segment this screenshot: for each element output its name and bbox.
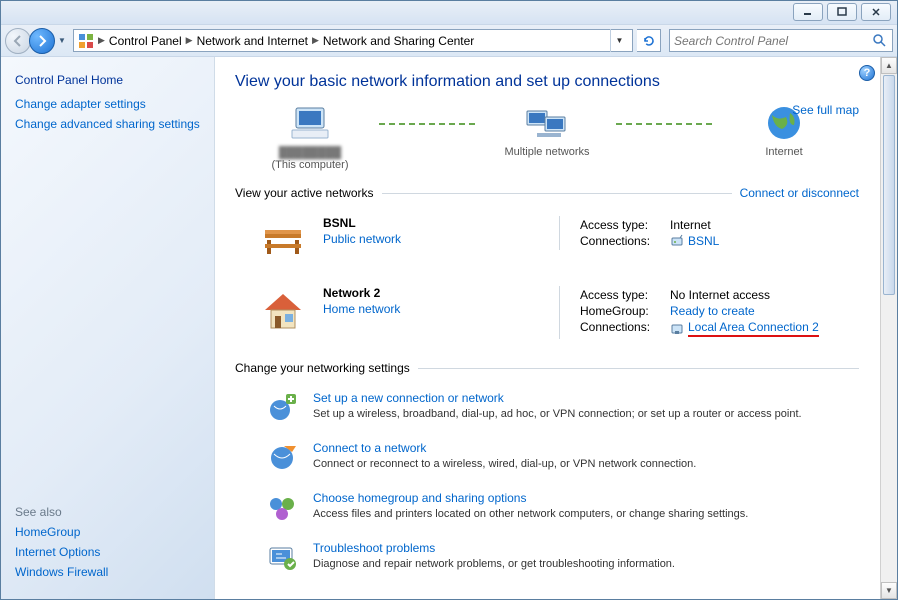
setting-troubleshoot: Troubleshoot problems Diagnose and repai…: [235, 535, 859, 585]
change-settings-header: Change your networking settings: [235, 361, 859, 375]
sidebar: Control Panel Home Change adapter settin…: [1, 57, 215, 599]
access-type-value: No Internet access: [670, 288, 770, 302]
sidebar-link-adapter-settings[interactable]: Change adapter settings: [15, 97, 200, 111]
network-row-bsnl: BSNL Public network Access type: Interne…: [235, 210, 859, 280]
access-type-label: Access type:: [580, 288, 670, 302]
caption-buttons: [789, 3, 891, 21]
page-title: View your basic network information and …: [235, 73, 859, 91]
divider: [382, 193, 732, 194]
see-full-map-link[interactable]: See full map: [792, 103, 859, 117]
active-networks-label: View your active networks: [235, 186, 382, 200]
computer-icon: [286, 104, 334, 144]
this-computer-label: (This computer): [245, 159, 375, 171]
setting-homegroup-sharing: Choose homegroup and sharing options Acc…: [235, 485, 859, 535]
connect-network-icon: [265, 441, 299, 475]
network-name: Network 2: [323, 286, 400, 300]
map-link-1: [379, 123, 478, 125]
change-settings-label: Change your networking settings: [235, 361, 418, 375]
network-type-link[interactable]: Public network: [323, 232, 401, 246]
internet-label: Internet: [719, 146, 849, 158]
see-also-windows-firewall[interactable]: Windows Firewall: [15, 565, 200, 579]
sidebar-link-advanced-sharing[interactable]: Change advanced sharing settings: [15, 117, 200, 131]
setting-title[interactable]: Choose homegroup and sharing options: [313, 491, 748, 505]
nav-history-dropdown[interactable]: ▼: [55, 28, 69, 54]
homegroup-icon: [265, 491, 299, 525]
multiple-networks-icon: [523, 103, 571, 143]
access-type-value: Internet: [670, 218, 711, 232]
search-box[interactable]: [669, 29, 893, 52]
setting-new-connection: Set up a new connection or network Set u…: [235, 385, 859, 435]
setting-desc: Connect or reconnect to a wireless, wire…: [313, 458, 696, 470]
caption-bar: [1, 1, 897, 25]
window: ▼ ▶ Control Panel▶ Network and Internet▶…: [0, 0, 898, 600]
network-name: BSNL: [323, 216, 401, 230]
see-also-section: See also HomeGroup Internet Options Wind…: [15, 505, 200, 585]
back-button[interactable]: [5, 28, 31, 54]
scrollbar-up-button[interactable]: ▲: [881, 57, 897, 74]
multiple-networks-label: Multiple networks: [482, 146, 612, 158]
connect-or-disconnect-link[interactable]: Connect or disconnect: [732, 186, 859, 200]
ethernet-icon: [670, 322, 684, 336]
address-dropdown[interactable]: ▼: [610, 29, 628, 52]
see-also-internet-options[interactable]: Internet Options: [15, 545, 200, 559]
connections-label: Connections:: [580, 234, 670, 248]
network-map: ████████ (This computer) Multiple networ…: [235, 103, 859, 180]
homegroup-ready-link[interactable]: Ready to create: [670, 304, 755, 318]
divider: [418, 368, 859, 369]
nav-buttons: ▼: [5, 28, 69, 54]
see-also-header: See also: [15, 505, 200, 519]
computer-name-redacted: ████████: [245, 147, 375, 159]
active-networks-header: View your active networks Connect or dis…: [235, 186, 859, 200]
maximize-button[interactable]: [827, 3, 857, 21]
control-panel-home-link[interactable]: Control Panel Home: [15, 73, 200, 87]
minimize-button[interactable]: [793, 3, 823, 21]
setting-desc: Access files and printers located on oth…: [313, 508, 748, 520]
breadcrumb-item-1[interactable]: Network and Internet▶: [197, 34, 319, 48]
category-icon: [78, 33, 94, 49]
setting-title[interactable]: Troubleshoot problems: [313, 541, 675, 555]
content: View your basic network information and …: [215, 57, 879, 599]
breadcrumb-sep: ▶: [98, 35, 105, 46]
close-button[interactable]: [861, 3, 891, 21]
setting-desc: Set up a wireless, broadband, dial-up, a…: [313, 408, 802, 420]
navbar: ▼ ▶ Control Panel▶ Network and Internet▶…: [1, 25, 897, 57]
refresh-button[interactable]: [637, 29, 661, 52]
vertical-scrollbar[interactable]: ▲ ▼: [880, 57, 897, 599]
content-wrap: ? View your basic network information an…: [215, 57, 897, 599]
setting-title[interactable]: Connect to a network: [313, 441, 696, 455]
connection-bsnl-link[interactable]: BSNL: [670, 234, 719, 248]
forward-button[interactable]: [29, 28, 55, 54]
setting-desc: Diagnose and repair network problems, or…: [313, 558, 675, 570]
connections-label: Connections:: [580, 320, 670, 337]
access-type-label: Access type:: [580, 218, 670, 232]
new-connection-icon: [265, 391, 299, 425]
scrollbar-down-button[interactable]: ▼: [881, 582, 897, 599]
see-also-homegroup[interactable]: HomeGroup: [15, 525, 200, 539]
breadcrumb-item-0[interactable]: Control Panel▶: [109, 34, 193, 48]
homegroup-label: HomeGroup:: [580, 304, 670, 318]
setting-title[interactable]: Set up a new connection or network: [313, 391, 802, 405]
network-row-network2: Network 2 Home network Access type: No I…: [235, 280, 859, 355]
map-link-2: [616, 123, 715, 125]
troubleshoot-icon: [265, 541, 299, 575]
modem-icon: [670, 234, 684, 248]
address-bar[interactable]: ▶ Control Panel▶ Network and Internet▶ N…: [73, 29, 633, 52]
setting-connect-network: Connect to a network Connect or reconnec…: [235, 435, 859, 485]
search-icon[interactable]: [872, 33, 888, 49]
body: Control Panel Home Change adapter settin…: [1, 57, 897, 599]
search-input[interactable]: [674, 34, 872, 48]
breadcrumb-item-2[interactable]: Network and Sharing Center: [323, 34, 474, 48]
house-icon: [259, 286, 307, 334]
bench-icon: [259, 216, 307, 264]
connection-lac2-link[interactable]: Local Area Connection 2: [670, 320, 819, 337]
network-type-link[interactable]: Home network: [323, 302, 400, 316]
map-node-this-computer[interactable]: ████████ (This computer): [245, 104, 375, 171]
scrollbar-thumb[interactable]: [883, 75, 895, 295]
map-node-multiple-networks[interactable]: Multiple networks: [482, 103, 612, 172]
